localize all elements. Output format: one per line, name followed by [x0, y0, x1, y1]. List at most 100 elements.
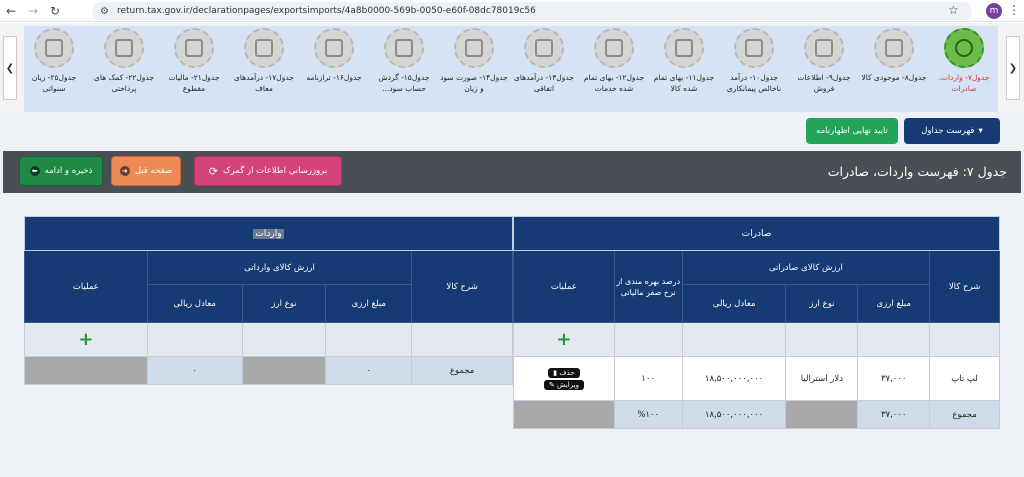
arrow-left-icon: ⬅: [29, 166, 40, 176]
edit-label: ویرایش: [556, 380, 579, 389]
exports-row-currency: دلار استرالیا: [785, 356, 859, 401]
final-confirm-button[interactable]: تایید نهایی اظهارنامه: [806, 118, 898, 144]
carousel-item-label: جدول۱۶- ترازنامه: [306, 73, 362, 82]
carousel-item-label: جدول۱۲- بهای تمام شده خدمات: [583, 73, 645, 93]
exports-total-zero-rate: %۱۰۰: [613, 400, 683, 429]
exports-total-label: مجموع: [929, 400, 1000, 429]
refresh-icon: ⟳: [208, 164, 218, 178]
carousel-item-label: جدول۱۷- درآمدهای معاف: [234, 73, 294, 93]
caret-down-icon: ▾: [978, 126, 983, 136]
table-list-label: فهرست جداول: [921, 126, 975, 136]
carousel-item-table-22[interactable]: جدول۲۲- کمک های پرداختی: [90, 26, 158, 112]
exports-row-desc: لپ تاپ: [929, 356, 1000, 401]
goods-cost-icon: [664, 28, 704, 68]
carousel-item-table-8[interactable]: جدول۸- موجودی کالا: [860, 26, 928, 112]
balance-sheet-icon: [314, 28, 354, 68]
carousel-item-label: جدول۱۳- درآمدهای اتفاقی: [514, 73, 574, 93]
exports-header-fx-amount: مبلغ ارزی: [857, 284, 931, 323]
prev-label: صفحه قبل: [134, 166, 173, 176]
carousel-item-table-25[interactable]: جدول۲۵- زیان سنواتی: [20, 26, 88, 112]
bookmark-star-icon[interactable]: ☆: [948, 3, 959, 17]
exports-header-zero-rate: درصد بهره مندی از نرخ صفر مالیاتی: [613, 250, 683, 323]
carousel-item-table-7[interactable]: جدول۷- واردات، صادرات: [930, 26, 998, 112]
carousel-item-label: جدول۲۵- زیان سنواتی: [31, 73, 77, 93]
exports-header-rial: معادل ریالی: [681, 284, 787, 323]
forward-icon[interactable]: →: [22, 0, 44, 22]
carousel-prev-button[interactable]: ❮: [3, 36, 17, 100]
update-customs-button[interactable]: بروزرسانی اطلاعات از گمرک ⟳: [194, 156, 342, 186]
exports-total-rial: ۱۸,۵۰۰,۰۰۰,۰۰۰: [681, 400, 787, 429]
carousel-item-table-17[interactable]: جدول۱۷- درآمدهای معاف: [230, 26, 298, 112]
browser-menu-icon[interactable]: ⋮: [1008, 3, 1020, 17]
arrow-right-icon: ➜: [119, 166, 130, 176]
exports-total-fx-amount: ۳۷,۰۰۰: [857, 400, 931, 429]
trash-icon: ▮: [553, 368, 558, 377]
imports-header-currency: نوع ارز: [241, 284, 327, 323]
carousel-item-table-14[interactable]: جدول۱۴- صورت سود و زیان: [440, 26, 508, 112]
carousel-item-table-21[interactable]: جدول۲۱- مالیات مقطوع: [160, 26, 228, 112]
carousel-item-label: جدول۱۴- صورت سود و زیان: [440, 73, 508, 93]
imports-total-row: مجموع ۰ ۰: [24, 356, 513, 385]
carousel-next-button[interactable]: ❯: [1006, 36, 1020, 100]
carousel-item-table-9[interactable]: جدول۹- اطلاعات فروش: [790, 26, 858, 112]
update-label: بروزرسانی اطلاعات از گمرک: [223, 166, 328, 176]
prior-losses-icon: [34, 28, 74, 68]
currency-exchange-icon: [944, 28, 984, 68]
exports-row-rial: ۱۸,۵۰۰,۰۰۰,۰۰۰: [681, 356, 787, 401]
imports-header-value-group: ارزش کالای وارداتی: [146, 250, 413, 285]
delete-label: حذف: [559, 368, 575, 377]
profit-loss-icon: [454, 28, 494, 68]
exports-header-value-group: ارزش کالای صادراتی: [681, 250, 931, 285]
exports-row-zero-rate: ۱۰۰: [613, 356, 683, 401]
save-continue-button[interactable]: ذخیره و ادامه ⬅: [19, 156, 103, 186]
carousel-item-label: جدول۷- واردات، صادرات: [938, 73, 990, 93]
carousel-item-table-15[interactable]: جدول۱۵- گردش حساب سود...: [370, 26, 438, 112]
page-title: جدول ۷: فهرست واردات، صادرات: [827, 164, 1007, 179]
exports-add-button[interactable]: +: [556, 329, 571, 350]
address-bar[interactable]: ⚙ return.tax.gov.ir/declarationpages/exp…: [92, 2, 972, 20]
inventory-icon: [874, 28, 914, 68]
imports-title: واردات: [253, 228, 284, 239]
services-cost-icon: [594, 28, 634, 68]
imports-table: واردات شرح کالا ارزش کالای وارداتی عملیا…: [24, 216, 513, 385]
edit-button[interactable]: ویرایش ✎: [543, 379, 584, 390]
carousel-item-label: جدول۸- موجودی کالا: [861, 73, 927, 82]
exempt-income-icon: [244, 28, 284, 68]
carousel-item-label: جدول۹- اطلاعات فروش: [797, 73, 851, 93]
carousel-item-table-13[interactable]: جدول۱۳- درآمدهای اتفاقی: [510, 26, 578, 112]
imports-add-button[interactable]: +: [78, 329, 93, 350]
carousel-item-table-16[interactable]: جدول۱۶- ترازنامه: [300, 26, 368, 112]
carousel-strip: جدول۷- واردات، صادرات جدول۸- موجودی کالا…: [24, 26, 998, 112]
table-carousel: ❮ ❯ جدول۷- واردات، صادرات جدول۸- موجودی …: [0, 26, 1024, 112]
title-bar: جدول ۷: فهرست واردات، صادرات بروزرسانی ا…: [3, 151, 1021, 193]
exports-total-row: مجموع ۳۷,۰۰۰ ۱۸,۵۰۰,۰۰۰,۰۰۰ %۱۰۰: [513, 400, 1000, 429]
table-row: لپ تاپ ۳۷,۰۰۰ دلار استرالیا ۱۸,۵۰۰,۰۰۰,۰…: [513, 356, 1000, 401]
site-settings-icon[interactable]: ⚙: [100, 6, 109, 17]
donations-icon: [104, 28, 144, 68]
exports-header-currency: نوع ارز: [785, 284, 859, 323]
exports-header-desc: شرح کالا: [929, 250, 1000, 323]
imports-total-fx-amount: ۰: [325, 356, 413, 385]
imports-header-fx-amount: مبلغ ارزی: [325, 284, 413, 323]
imports-header-rial: معادل ریالی: [146, 284, 243, 323]
carousel-item-table-12[interactable]: جدول۱۲- بهای تمام شده خدمات: [580, 26, 648, 112]
carousel-item-label: جدول۲۲- کمک های پرداختی: [94, 73, 154, 93]
carousel-item-table-10[interactable]: جدول۱۰- درآمد ناخالص پیمانکاری: [720, 26, 788, 112]
reload-icon[interactable]: ↻: [44, 0, 66, 22]
table-list-dropdown[interactable]: فهرست جداول ▾: [904, 118, 1000, 144]
prev-page-button[interactable]: صفحه قبل ➜: [111, 156, 181, 186]
browser-toolbar: ← → ↻ ⚙ return.tax.gov.ir/declarationpag…: [0, 0, 1024, 22]
imports-header-desc: شرح کالا: [411, 250, 513, 323]
carousel-item-table-11[interactable]: جدول۱۱- بهای تمام شده کالا: [650, 26, 718, 112]
carousel-item-label: جدول۱۱- بهای تمام شده کالا: [653, 73, 715, 93]
exports-table: صادرات شرح کالا ارزش کالای صادراتی درصد …: [513, 216, 1000, 429]
back-icon[interactable]: ←: [0, 0, 22, 22]
incidental-income-icon: [524, 28, 564, 68]
profile-avatar[interactable]: m: [986, 3, 1002, 19]
imports-add-row: +: [24, 322, 513, 357]
sales-icon: [804, 28, 844, 68]
contract-income-icon: [734, 28, 774, 68]
delete-button[interactable]: حذف ▮: [548, 367, 580, 378]
exports-row-fx-amount: ۳۷,۰۰۰: [857, 356, 931, 401]
exports-add-row: +: [513, 322, 1000, 357]
